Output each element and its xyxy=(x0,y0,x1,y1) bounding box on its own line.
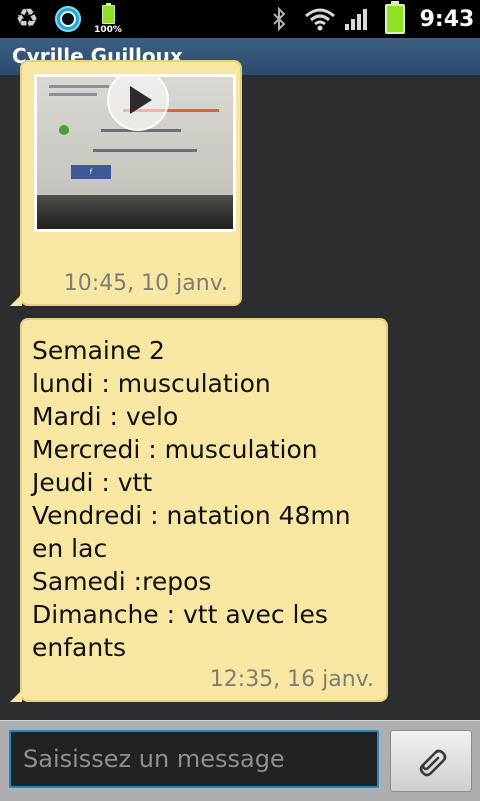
signal-icon xyxy=(342,0,372,38)
paperclip-icon xyxy=(419,749,447,777)
facebook-logo: f xyxy=(71,165,111,179)
message-timestamp: 12:35, 16 janv. xyxy=(209,667,374,692)
battery-percent: 100% xyxy=(94,25,122,35)
message-bubble-text[interactable]: Semaine 2 lundi : musculation Mardi : ve… xyxy=(10,318,388,702)
status-bar: ♻ 100% 9:43 xyxy=(0,0,480,38)
message-timestamp: 10:45, 10 janv. xyxy=(63,271,228,296)
video-thumbnail[interactable]: f xyxy=(34,74,236,232)
message-bubble-video[interactable]: f 10:45, 10 janv. xyxy=(10,60,242,306)
clock: 9:43 xyxy=(419,6,475,32)
battery-small-icon xyxy=(101,3,115,24)
composer-bar xyxy=(0,720,480,801)
message-body: Semaine 2 lundi : musculation Mardi : ve… xyxy=(32,336,351,662)
attach-button[interactable] xyxy=(390,730,472,792)
message-input[interactable] xyxy=(9,730,379,788)
bluetooth-icon xyxy=(268,0,290,38)
battery-status: 100% xyxy=(92,0,124,38)
recycle-icon: ♻ xyxy=(15,4,39,34)
wifi-icon xyxy=(302,0,338,38)
camera-icon xyxy=(52,0,84,38)
battery-icon xyxy=(382,0,408,38)
